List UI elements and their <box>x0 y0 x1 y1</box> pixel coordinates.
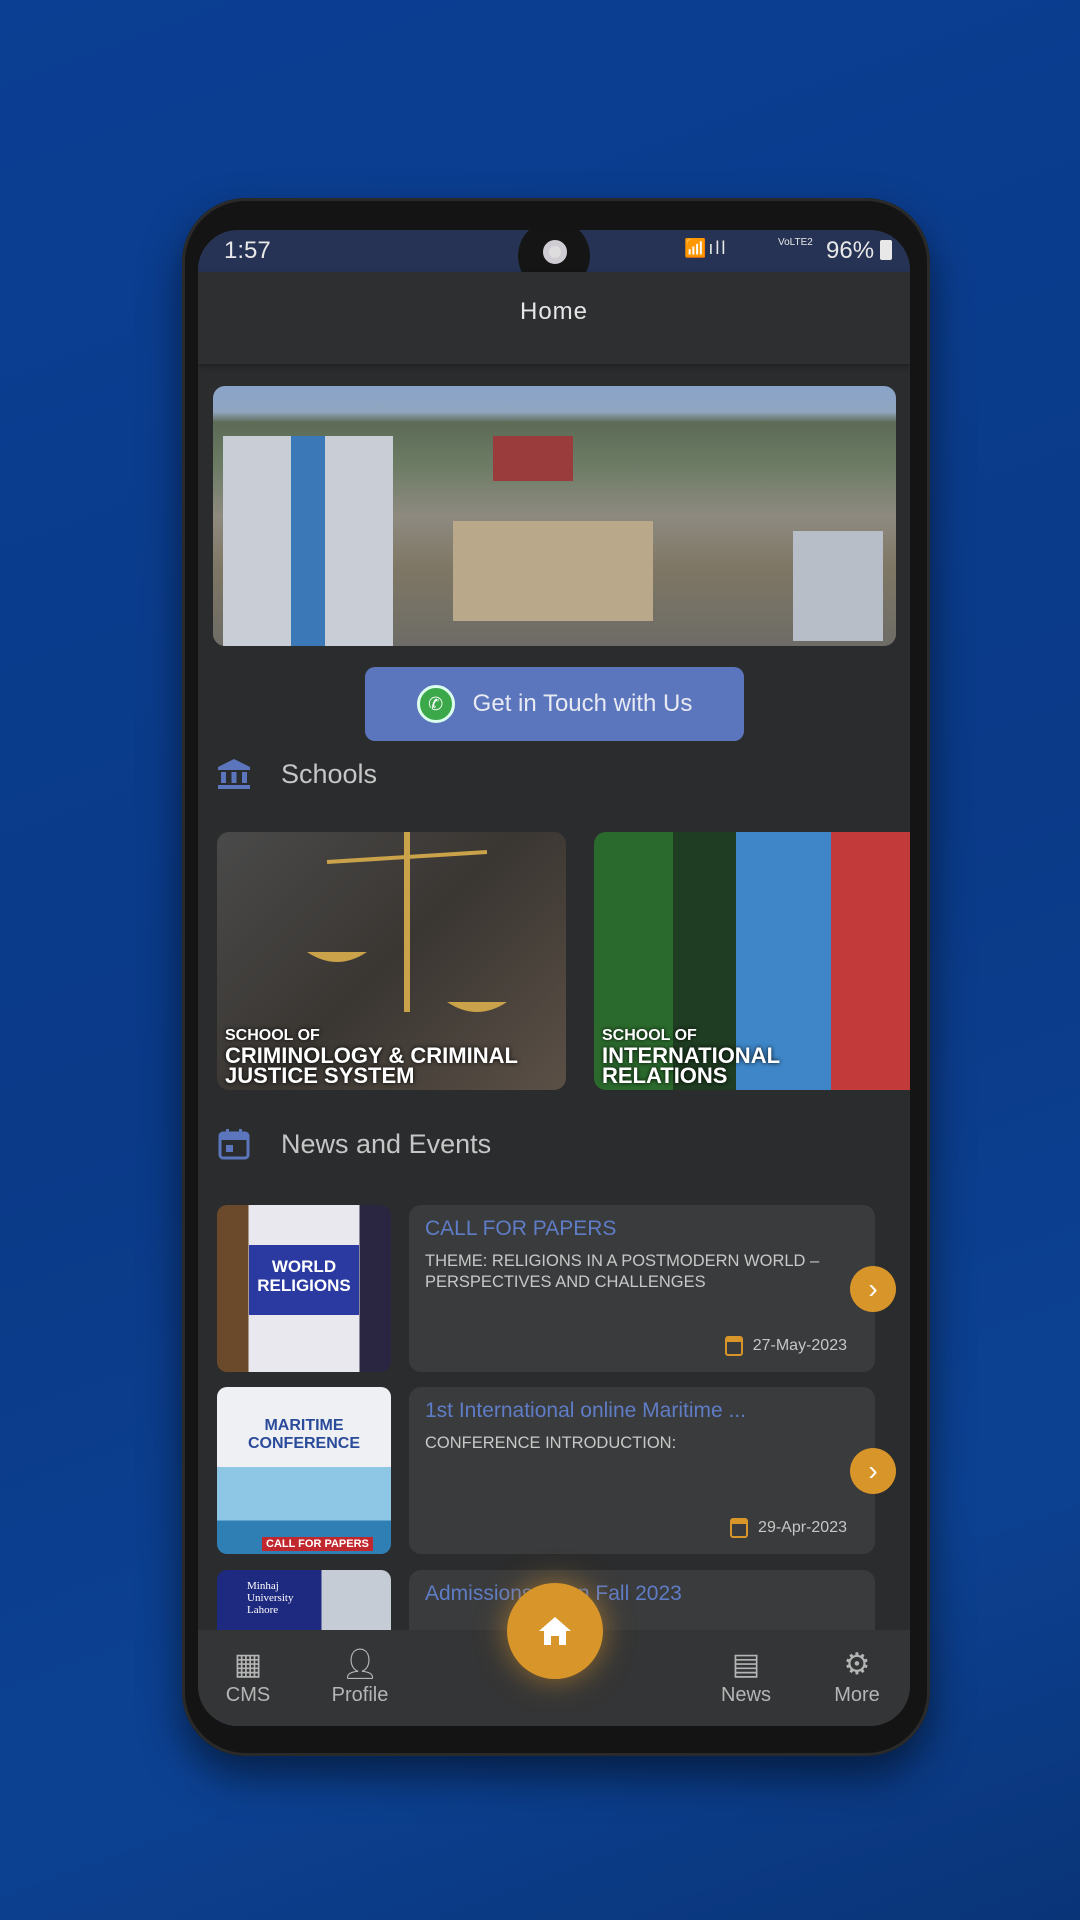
date-text: 29-Apr-2023 <box>758 1519 847 1536</box>
school-card-criminology[interactable]: SCHOOL OF CRIMINOLOGY & CRIMINAL JUSTICE … <box>217 832 566 1090</box>
status-time: 1:57 <box>224 237 271 264</box>
school-name: CRIMINOLOGY & CRIMINAL JUSTICE SYSTEM <box>225 1043 518 1088</box>
news-image[interactable]: WORLD RELIGIONS <box>217 1205 391 1372</box>
chevron-right-icon[interactable]: › <box>850 1266 896 1312</box>
nav-label: More <box>834 1684 880 1706</box>
page-title: Home <box>519 298 589 325</box>
battery-icon <box>880 240 892 260</box>
news-section-header: News and Events <box>217 1128 491 1160</box>
nav-label: CMS <box>225 1684 271 1706</box>
news-image-badge: CALL FOR PAPERS <box>262 1537 373 1551</box>
phone-screen: 1:57 📶ıll VoLTE2 96% Home ✆ Get in Touch… <box>198 230 910 1726</box>
calendar-icon <box>730 1518 749 1538</box>
news-item-title: CALL FOR PAPERS <box>425 1217 617 1240</box>
nav-cms[interactable]: ▦ CMS <box>203 1646 293 1707</box>
whatsapp-icon: ✆ <box>416 685 455 723</box>
news-item-description: CONFERENCE INTRODUCTION: <box>425 1434 677 1452</box>
news-item-date: 29-Apr-2023 <box>730 1518 847 1538</box>
calendar-icon <box>218 1129 250 1160</box>
news-image-text: Minhaj University Lahore <box>247 1580 294 1616</box>
nav-profile[interactable]: 👤︎ Profile <box>315 1646 405 1707</box>
scales-of-justice-image <box>307 832 507 1012</box>
news-item-description: THEME: RELIGIONS IN A POSTMODERN WORLD –… <box>425 1252 820 1291</box>
home-icon <box>539 1617 571 1645</box>
campus-banner-image[interactable] <box>213 386 896 646</box>
nav-more[interactable]: ⚙ More <box>812 1646 902 1707</box>
news-item-title: Admissions Open Fall 2023 <box>425 1582 682 1605</box>
news-image[interactable]: MARITIME CONFERENCE CALL FOR PAPERS <box>217 1387 391 1554</box>
date-text: 27-May-2023 <box>752 1337 847 1354</box>
news-item-title: 1st International online Maritime ... <box>425 1399 746 1422</box>
nav-label: News <box>720 1684 771 1706</box>
news-item-date: 27-May-2023 <box>724 1336 847 1356</box>
get-in-touch-label: Get in Touch with Us <box>472 690 693 717</box>
chevron-right-icon[interactable]: › <box>850 1448 896 1494</box>
battery-percent: 96% <box>826 237 875 264</box>
calendar-icon <box>724 1336 743 1356</box>
news-image-text: WORLD RELIGIONS <box>249 1245 359 1315</box>
app-bar: Home <box>198 272 910 364</box>
news-image-text: MARITIME CONFERENCE <box>247 1417 360 1452</box>
get-in-touch-button[interactable]: ✆ Get in Touch with Us <box>365 667 744 741</box>
news-card[interactable]: CALL FOR PAPERS THEME: RELIGIONS IN A PO… <box>409 1205 875 1372</box>
nav-news[interactable]: ▤ News <box>701 1646 791 1707</box>
gear-icon: ⚙ <box>843 1648 871 1681</box>
schools-title: Schools <box>281 758 378 789</box>
news-card[interactable]: 1st International online Maritime ... CO… <box>409 1387 875 1554</box>
dashboard-icon: ▦ <box>233 1648 263 1681</box>
schools-section-header: Schools <box>217 758 377 790</box>
school-name: INTERNATIONAL RELATIONS <box>602 1043 780 1088</box>
volte-label: VoLTE2 <box>778 237 813 248</box>
camera <box>543 240 567 264</box>
home-button[interactable] <box>507 1583 603 1679</box>
bank-icon <box>218 759 250 789</box>
school-card-international-relations[interactable]: SCHOOL OF INTERNATIONAL RELATIONS <box>594 832 910 1090</box>
chat-icon: ▤ <box>731 1648 761 1681</box>
news-title: News and Events <box>281 1128 492 1159</box>
person-icon: 👤︎ <box>340 1648 380 1681</box>
signal-icons: 📶ıll <box>684 238 728 258</box>
nav-label: Profile <box>331 1684 389 1706</box>
